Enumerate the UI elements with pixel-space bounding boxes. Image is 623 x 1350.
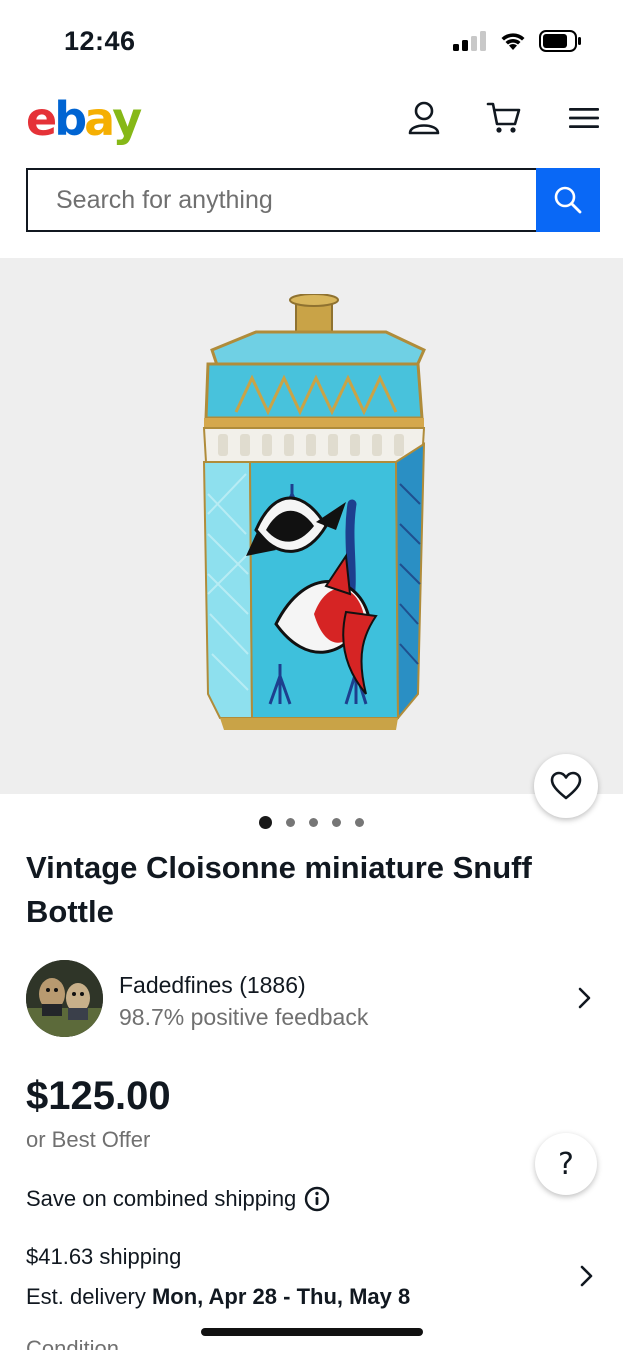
seller-name[interactable]: Fadedfines (1886): [119, 972, 306, 999]
logo-letter-b: b: [54, 92, 87, 146]
chevron-right-icon[interactable]: [572, 986, 596, 1010]
snuff-bottle-image: [202, 294, 426, 730]
heart-icon: [550, 771, 582, 800]
status-bar: 12:46: [0, 0, 623, 84]
listing-title: Vintage Cloisonne miniature Snuff Bottle: [26, 850, 532, 929]
pagination-dot-2[interactable]: [286, 818, 295, 827]
search-input[interactable]: [26, 168, 536, 232]
pagination-dot-1[interactable]: [259, 816, 272, 829]
account-button[interactable]: [406, 98, 442, 138]
logo-letter-a: a: [84, 92, 115, 146]
header: ebay: [0, 84, 623, 154]
delivery-prefix: Est. delivery: [26, 1284, 152, 1309]
cellular-signal-icon: [453, 31, 486, 51]
shipping-chevron-right-icon[interactable]: [574, 1264, 598, 1288]
seller-info-row[interactable]: Fadedfines (1886) 98.7% positive feedbac…: [26, 960, 600, 1038]
home-indicator[interactable]: [201, 1328, 423, 1336]
help-button[interactable]: ?: [535, 1133, 597, 1195]
combined-shipping-label: Save on combined shipping: [26, 1186, 297, 1211]
ebay-logo[interactable]: ebay: [26, 92, 142, 146]
image-pagination-dots: [0, 816, 623, 829]
wifi-icon: [501, 33, 525, 50]
menu-button[interactable]: [566, 98, 602, 138]
cart-button[interactable]: [486, 98, 522, 138]
estimated-delivery: Est. delivery Mon, Apr 28 - Thu, May 8: [26, 1284, 410, 1310]
watchlist-heart-button[interactable]: [534, 754, 598, 818]
seller-feedback: 98.7% positive feedback: [119, 1004, 369, 1030]
best-offer-label: or Best Offer: [26, 1127, 151, 1152]
logo-letter-e: e: [26, 92, 57, 146]
combined-shipping-row: Save on combined shipping: [26, 1186, 330, 1212]
shipping-cost: $41.63 shipping: [26, 1244, 182, 1269]
search-bar: [26, 168, 600, 232]
condition-label-partial: Condition: [26, 1336, 119, 1350]
cart-icon: [486, 102, 521, 133]
seller-avatar: [26, 960, 103, 1037]
search-button[interactable]: [536, 168, 600, 232]
hamburger-menu-icon: [569, 108, 599, 128]
delivery-dates: Mon, Apr 28 - Thu, May 8: [151, 1284, 411, 1309]
pagination-dot-5[interactable]: [355, 818, 364, 827]
price: $125.00: [26, 1074, 171, 1118]
pagination-dot-4[interactable]: [332, 818, 341, 827]
question-mark-icon: ?: [558, 1146, 574, 1182]
product-image-gallery[interactable]: [0, 258, 623, 794]
status-icons: [453, 30, 583, 52]
search-icon: [554, 186, 582, 214]
status-time: 12:46: [64, 26, 136, 56]
logo-letter-y: y: [112, 92, 142, 146]
info-icon[interactable]: [304, 1186, 330, 1212]
pagination-dot-3[interactable]: [309, 818, 318, 827]
user-icon: [408, 101, 440, 135]
battery-icon: [539, 30, 581, 52]
